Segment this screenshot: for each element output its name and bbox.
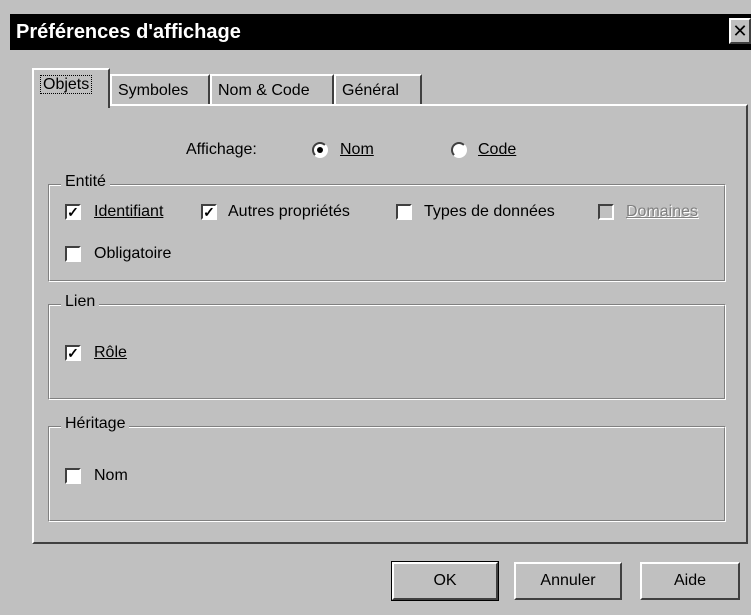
checkbox-autres-proprietes[interactable]: ✓: [201, 204, 217, 220]
help-button-label: Aide: [673, 572, 707, 589]
checkbox-heritage-nom[interactable]: [65, 468, 81, 484]
cancel-button-label: Annuler: [540, 572, 596, 589]
ok-button-label: OK: [433, 572, 457, 589]
affichage-label: Affichage:: [186, 141, 257, 158]
checkbox-identifiant[interactable]: ✓: [65, 204, 81, 220]
group-entite: Entité: [48, 173, 726, 282]
checkbox-role-label[interactable]: Rôle: [94, 343, 127, 363]
checkbox-obligatoire[interactable]: [65, 246, 81, 262]
group-heritage-title: Héritage: [61, 415, 130, 433]
tab-objets[interactable]: Objets: [32, 68, 110, 108]
help-button[interactable]: Aide: [640, 562, 740, 600]
group-entite-title: Entité: [61, 173, 110, 191]
ok-button[interactable]: OK: [391, 561, 499, 601]
radio-nom-label[interactable]: Nom: [340, 140, 374, 160]
checkbox-obligatoire-label[interactable]: Obligatoire: [94, 244, 171, 264]
cancel-button[interactable]: Annuler: [514, 562, 622, 600]
radio-code[interactable]: [451, 142, 467, 158]
tab-symboles-label: Symboles: [118, 82, 189, 99]
checkbox-types-de-donnees[interactable]: [396, 204, 412, 220]
title-bar[interactable]: Préférences d'affichage ✕: [10, 14, 751, 50]
affichage-row: Affichage: Nom Code: [0, 140, 751, 166]
tab-general[interactable]: Général: [334, 74, 422, 108]
preferences-dialog: Préférences d'affichage ✕ Objets Symbole…: [0, 0, 751, 615]
group-heritage: Héritage: [48, 415, 726, 522]
radio-code-label[interactable]: Code: [478, 140, 516, 160]
radio-nom[interactable]: [312, 142, 328, 158]
checkbox-autres-proprietes-label[interactable]: Autres propriétés: [228, 202, 350, 222]
tab-general-label: Général: [342, 82, 399, 99]
close-button[interactable]: ✕: [729, 18, 751, 44]
checkbox-types-de-donnees-label[interactable]: Types de données: [424, 202, 555, 222]
checkbox-heritage-nom-label[interactable]: Nom: [94, 466, 128, 486]
tab-symboles[interactable]: Symboles: [110, 74, 210, 108]
window-title: Préférences d'affichage: [16, 21, 241, 43]
tab-objets-label: Objets: [40, 75, 93, 94]
group-lien: Lien: [48, 293, 726, 400]
tab-nom-code[interactable]: Nom & Code: [210, 74, 334, 108]
close-icon: ✕: [732, 21, 748, 41]
checkbox-identifiant-label[interactable]: Identifiant: [94, 202, 163, 222]
group-lien-title: Lien: [61, 293, 100, 311]
radio-selected-dot: [317, 147, 323, 153]
checkbox-role[interactable]: ✓: [65, 345, 81, 361]
checkbox-domaines-label: Domaines: [626, 203, 699, 220]
checkbox-domaines: [598, 204, 614, 220]
tab-nom-code-label: Nom & Code: [218, 82, 310, 99]
